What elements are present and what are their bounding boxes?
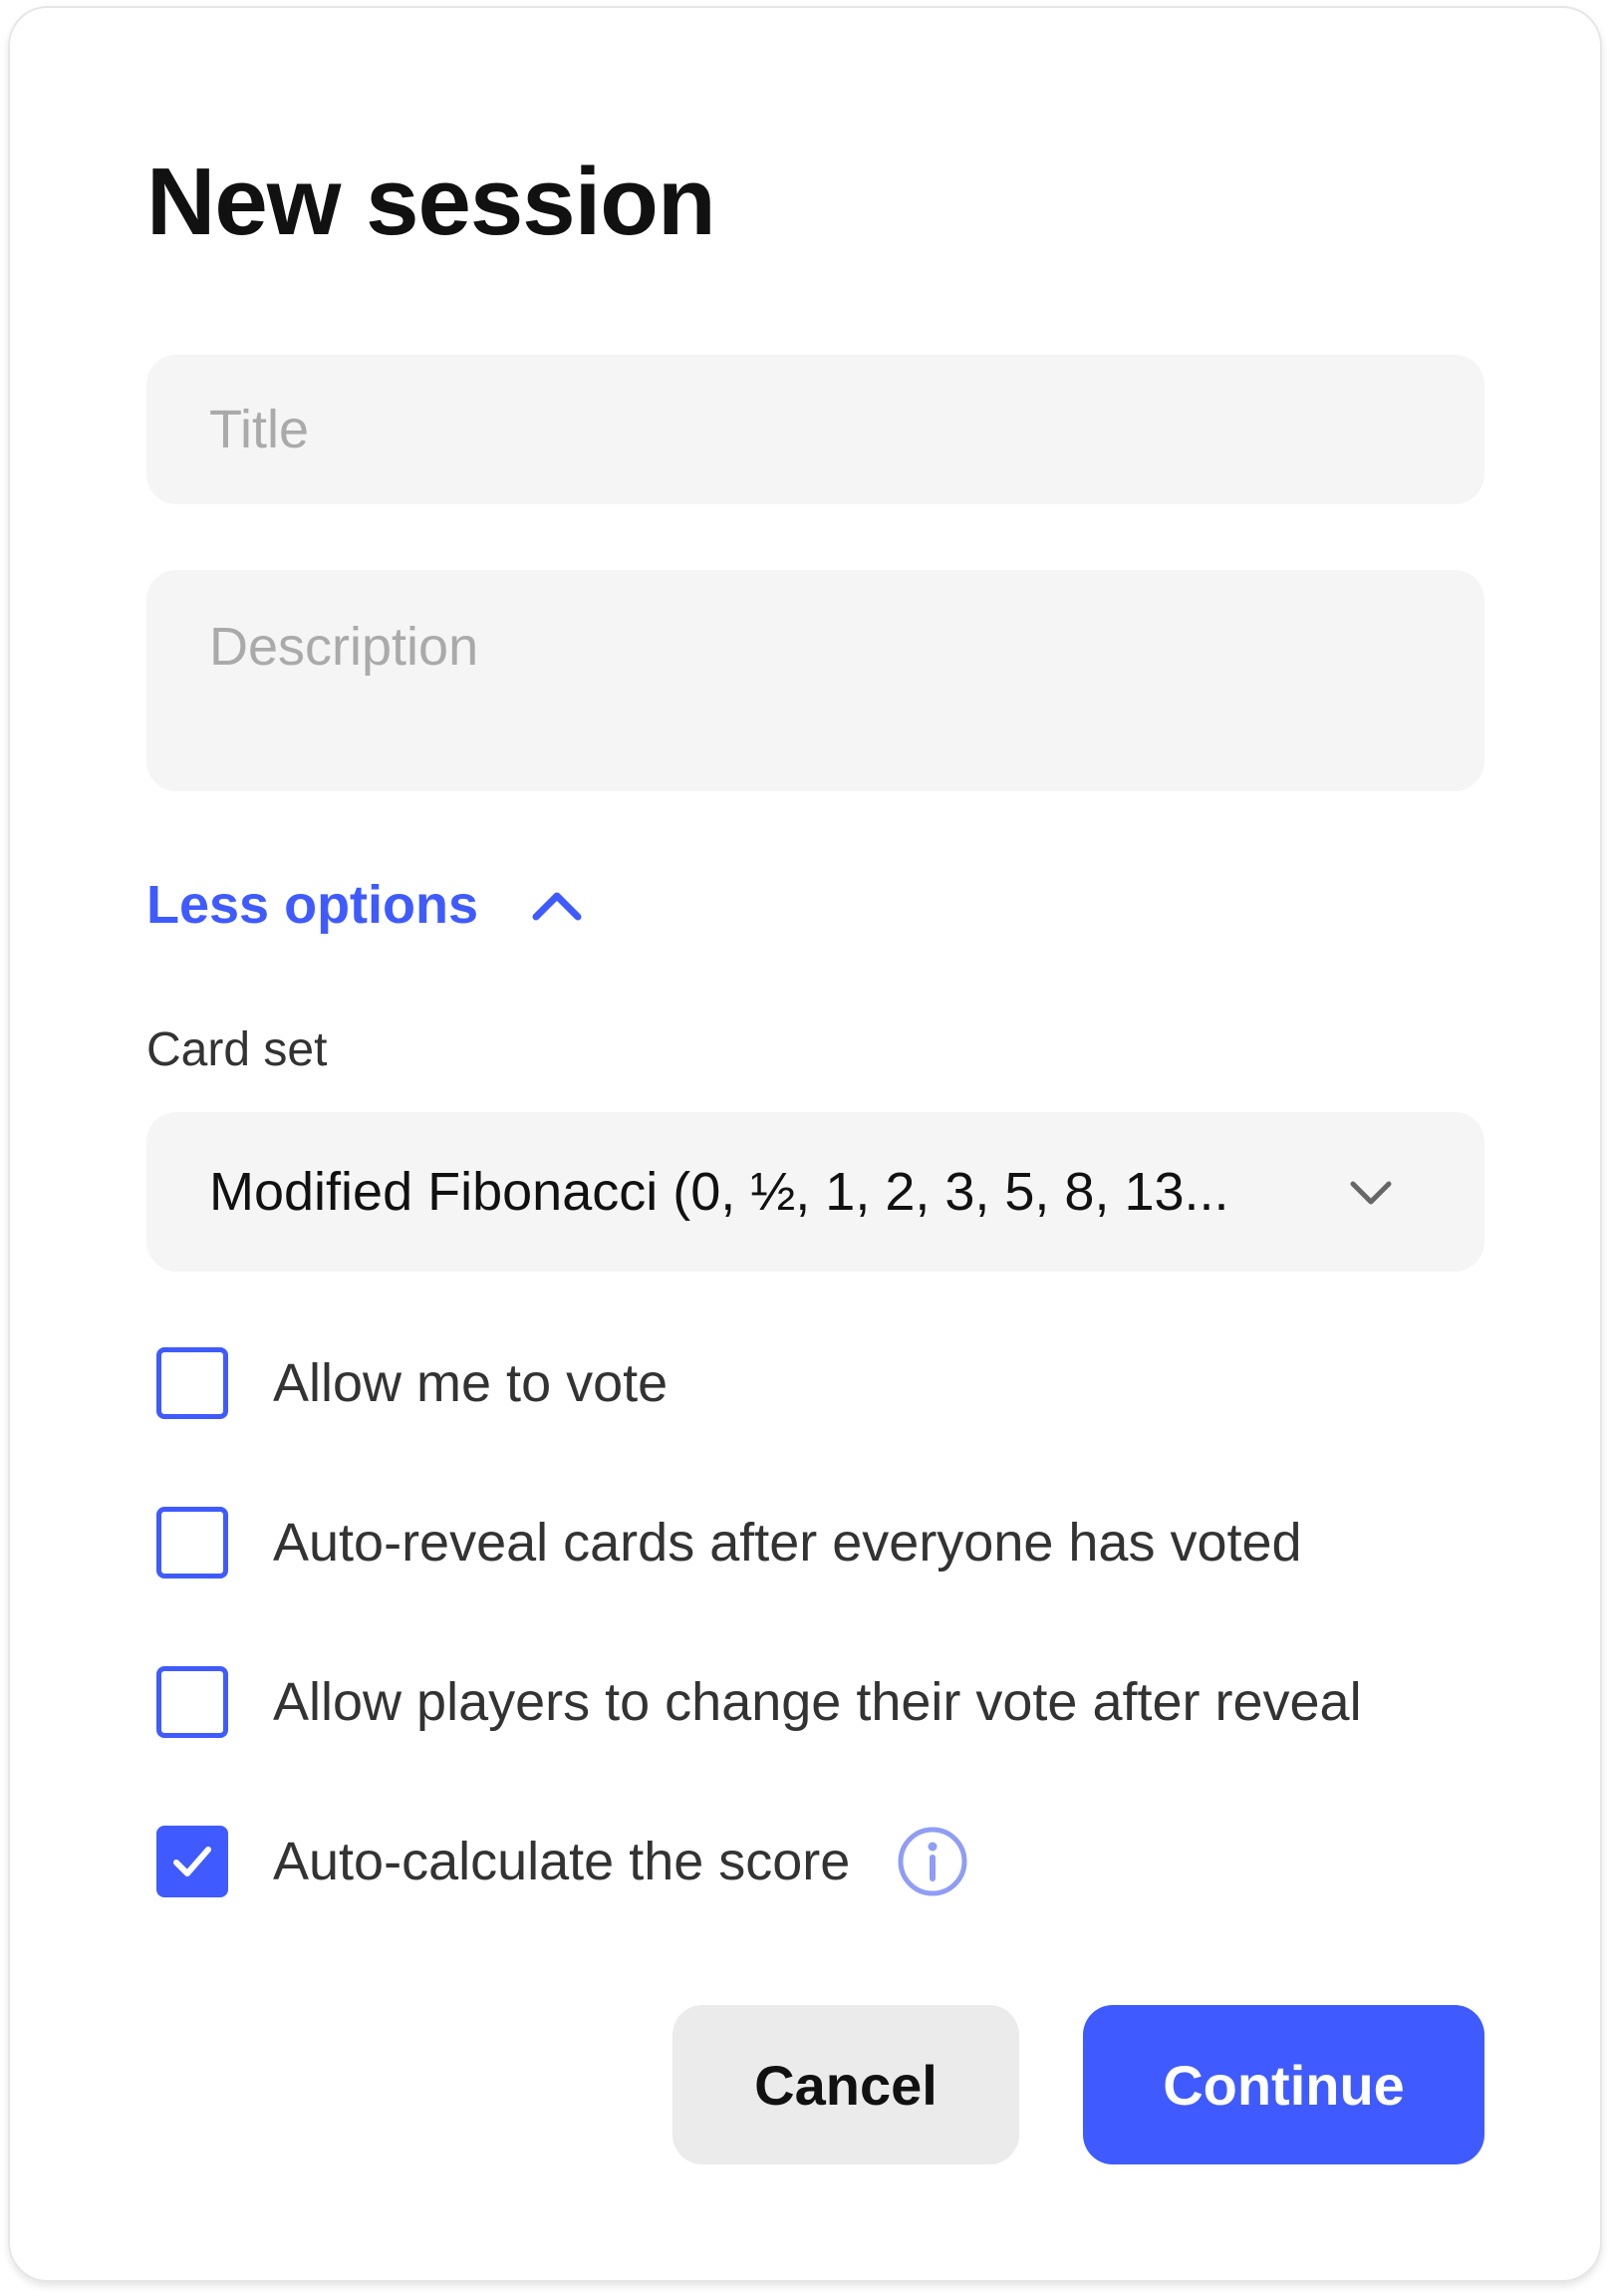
chevron-down-icon: [1350, 1181, 1392, 1205]
card-set-select[interactable]: Modified Fibonacci (0, ½, 1, 2, 3, 5, 8,…: [146, 1112, 1484, 1272]
info-icon[interactable]: [896, 1825, 969, 1898]
auto-reveal-checkbox[interactable]: [156, 1507, 228, 1578]
less-options-label: Less options: [146, 875, 479, 935]
card-set-value: Modified Fibonacci (0, ½, 1, 2, 3, 5, 8,…: [209, 1162, 1229, 1222]
title-input[interactable]: [146, 355, 1484, 504]
less-options-toggle[interactable]: Less options: [146, 867, 584, 943]
dialog-title: New session: [146, 148, 716, 255]
option-change-vote-after-reveal[interactable]: Allow players to change their vote after…: [156, 1662, 1362, 1742]
checkmark-icon: [173, 1847, 211, 1876]
new-session-dialog: New session Less options Card set Modifi…: [8, 6, 1602, 2282]
option-label: Auto-calculate the score: [273, 1832, 851, 1891]
option-label: Allow players to change their vote after…: [273, 1672, 1362, 1732]
auto-calculate-checkbox[interactable]: [156, 1826, 228, 1897]
option-allow-me-to-vote[interactable]: Allow me to vote: [156, 1343, 668, 1423]
option-label: Auto-reveal cards after everyone has vot…: [273, 1513, 1302, 1573]
cancel-button[interactable]: Cancel: [672, 2005, 1019, 2164]
card-set-label: Card set: [146, 1023, 328, 1076]
allow-me-to-vote-checkbox[interactable]: [156, 1347, 228, 1419]
change-vote-checkbox[interactable]: [156, 1666, 228, 1738]
option-auto-calculate-score[interactable]: Auto-calculate the score: [156, 1822, 969, 1901]
chevron-up-icon: [532, 892, 582, 921]
description-input[interactable]: [146, 570, 1484, 791]
option-auto-reveal[interactable]: Auto-reveal cards after everyone has vot…: [156, 1503, 1302, 1582]
option-label: Allow me to vote: [273, 1353, 669, 1413]
continue-button[interactable]: Continue: [1083, 2005, 1484, 2164]
